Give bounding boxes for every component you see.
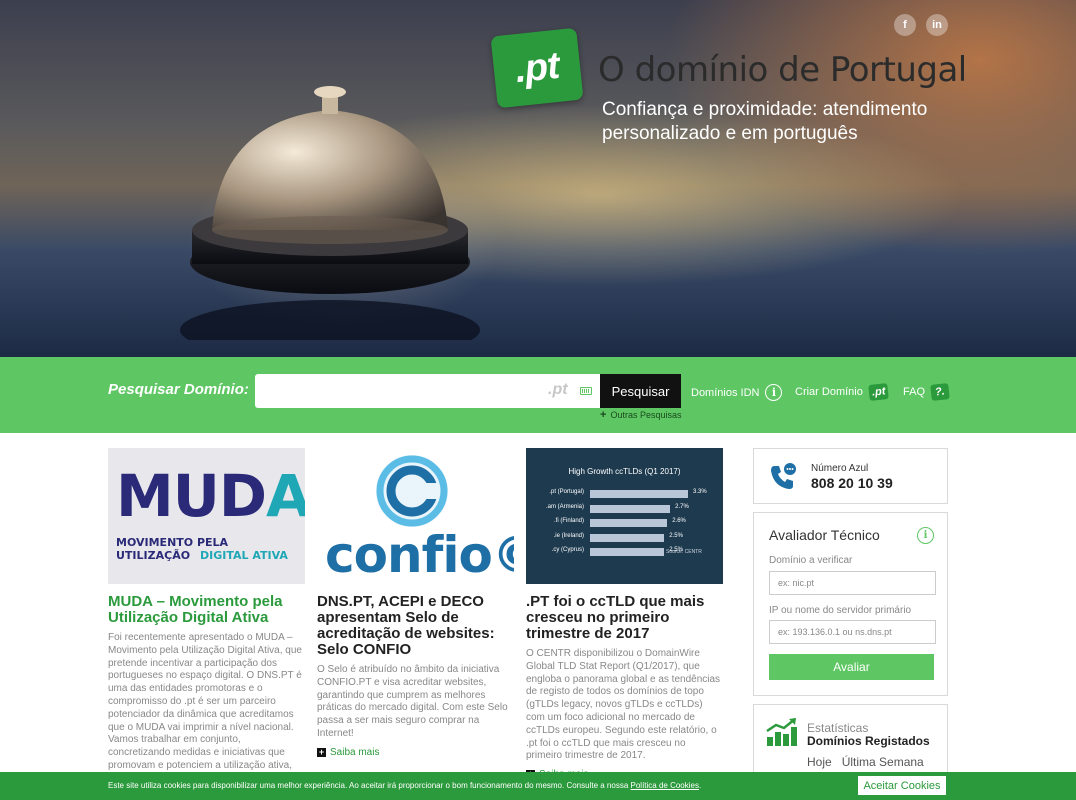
avaliador-title: Avaliador Técnico	[769, 527, 880, 543]
accept-cookies-button[interactable]: Aceitar Cookies	[858, 776, 946, 795]
question-badge-icon: ?.	[930, 383, 950, 401]
news-image-muda[interactable]: MUDA MOVIMENTO PELA UTILIZAÇÃO DIGITAL A…	[108, 448, 305, 584]
confio-logo-text: confio©	[325, 526, 514, 584]
chart-category-label: .ie (Ireland)	[553, 532, 584, 539]
domain-check-input[interactable]	[769, 571, 936, 595]
search-suffix: .pt	[548, 381, 568, 398]
news-title[interactable]: DNS.PT, ACEPI e DECO apresentam Selo de …	[317, 594, 514, 658]
statistics-box: Estatísticas Domínios Registados Hoje Úl…	[753, 704, 948, 776]
cookie-period: .	[698, 781, 702, 790]
chart-category-label: .pt (Portugal)	[549, 489, 584, 495]
news-image-chart[interactable]: High Growth ccTLDs (Q1 2017) Source: CEN…	[526, 448, 723, 584]
chart-value-label: 2.5%	[669, 547, 683, 553]
faq-link[interactable]: FAQ ?.	[903, 383, 950, 401]
cctld-chart: High Growth ccTLDs (Q1 2017) Source: CEN…	[526, 448, 723, 584]
chart-category-label: .am (Armenia)	[545, 503, 584, 510]
stats-subtitle: Domínios Registados	[807, 734, 930, 748]
news-image-confio[interactable]: confio©	[317, 448, 514, 584]
chart-value-label: 3.3%	[693, 489, 707, 495]
cookie-message: Este site utiliza cookies para disponibi…	[108, 781, 631, 790]
cookie-policy-link[interactable]: Política de Cookies	[631, 781, 699, 790]
other-searches-link[interactable]: + Outras Pesquisas	[600, 409, 681, 421]
hero-title: O domínio de Portugal	[598, 50, 967, 90]
create-domain-label: Criar Domínio	[795, 386, 863, 398]
pt-badge-icon: .pt	[868, 383, 890, 401]
muda-tagline-2: DIGITAL ATIVA	[200, 549, 288, 562]
hero-banner: f in .pt O domínio de Portugal Confiança…	[0, 0, 1076, 357]
create-domain-link[interactable]: Criar Domínio .pt	[795, 383, 890, 401]
chart-value-label: 2.6%	[672, 518, 686, 524]
linkedin-icon[interactable]: in	[926, 14, 948, 36]
service-bell-icon	[180, 86, 480, 357]
chart-bar	[590, 519, 668, 527]
other-searches-label: Outras Pesquisas	[610, 410, 682, 420]
numero-azul-label: Número Azul	[811, 463, 869, 474]
chart-category-label: .fi (Finland)	[553, 518, 584, 524]
chart-title: High Growth ccTLDs (Q1 2017)	[568, 467, 681, 476]
tab-last-week[interactable]: Última Semana	[842, 755, 924, 769]
chart-category-label: .cy (Cyprus)	[551, 547, 584, 553]
stats-tabs: Hoje Última Semana	[807, 755, 924, 769]
chart-value-label: 2.7%	[675, 503, 689, 510]
keyboard-icon[interactable]	[580, 387, 592, 395]
read-more-label: Saiba mais	[330, 746, 380, 758]
news-text: O CENTR disponibilizou o DomainWire Glob…	[526, 648, 721, 762]
phone-icon	[771, 463, 796, 489]
pt-logo[interactable]: .pt	[490, 27, 584, 109]
cookie-text: Este site utiliza cookies para disponibi…	[108, 781, 701, 790]
domain-field-label: Domínio a verificar	[769, 555, 853, 566]
server-field-label: IP ou nome do servidor primário	[769, 605, 912, 616]
hero-subtitle: Confiança e proximidade: atendimento per…	[602, 99, 928, 144]
plus-icon: +	[317, 746, 326, 757]
news-title[interactable]: .PT foi o ccTLD que mais cresceu no prim…	[526, 594, 723, 642]
search-label: Pesquisar Domínio:	[108, 381, 249, 398]
chart-bar	[590, 490, 688, 498]
facebook-icon[interactable]: f	[894, 14, 916, 36]
tab-today[interactable]: Hoje	[807, 755, 832, 769]
social-links: f in	[894, 14, 948, 36]
chart-value-label: 2.5%	[669, 532, 683, 539]
avaliador-tecnico-box: Avaliador Técnico i Domínio a verificar …	[753, 512, 948, 696]
info-icon[interactable]: i	[917, 527, 934, 544]
hero-background-image	[130, 80, 560, 357]
news-text: Foi recentemente apresentado o MUDA – Mo…	[108, 632, 302, 771]
news-title[interactable]: MUDA – Movimento pela Utilização Digital…	[108, 594, 305, 626]
info-icon: i	[765, 384, 783, 401]
news-text: O Selo é atribuído no âmbito da iniciati…	[317, 664, 508, 739]
pt-logo-text: .pt	[513, 44, 561, 91]
chart-bar	[590, 533, 665, 542]
news-item-confio: confio© DNS.PT, ACEPI e DECO apresentam …	[317, 448, 514, 758]
plus-icon: +	[600, 409, 607, 421]
chart-bar	[590, 548, 665, 556]
faq-label: FAQ	[903, 386, 926, 398]
stats-chart-icon	[766, 718, 797, 746]
numero-azul-box: Número Azul 808 20 10 39	[753, 448, 948, 504]
avaliar-button[interactable]: Avaliar	[769, 654, 934, 680]
chart-bar	[590, 504, 671, 513]
news-item-cctld: High Growth ccTLDs (Q1 2017) Source: CEN…	[526, 448, 723, 780]
idn-domains-label: Domínios IDN	[691, 386, 760, 399]
cookie-banner: Este site utiliza cookies para disponibi…	[0, 772, 1076, 800]
domain-search-bar: Pesquisar Domínio: .pt Pesquisar + Outra…	[0, 357, 1076, 433]
idn-domains-link[interactable]: Domínios IDN i	[691, 384, 783, 401]
confio-c-icon	[376, 455, 448, 527]
muda-logo: MUDA	[116, 462, 305, 530]
read-more-link[interactable]: + Saiba mais	[317, 747, 514, 758]
search-button[interactable]: Pesquisar	[600, 374, 681, 408]
news-item-muda: MUDA MOVIMENTO PELA UTILIZAÇÃO DIGITAL A…	[108, 448, 305, 773]
stats-label: Estatísticas	[807, 721, 869, 735]
server-input[interactable]	[769, 620, 936, 644]
numero-azul-value: 808 20 10 39	[811, 475, 893, 491]
